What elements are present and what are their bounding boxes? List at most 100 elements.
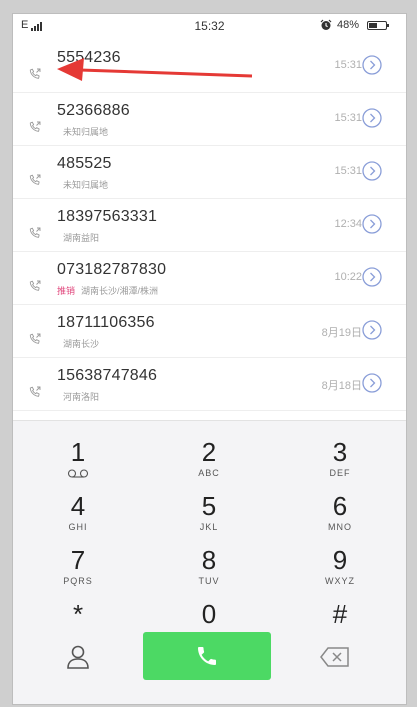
chevron-circle-icon	[362, 108, 382, 128]
backspace-icon	[320, 647, 349, 667]
call-log-row[interactable]: 15638747846 河南洛阳 8月18日	[13, 358, 406, 411]
key-digit: 1	[70, 437, 86, 467]
call-time: 15:31	[334, 59, 362, 71]
call-log-row[interactable]: 18711106356 湖南长沙 8月19日	[13, 305, 406, 358]
key-digit: 8	[201, 545, 217, 575]
backspace-button[interactable]	[319, 646, 351, 668]
outgoing-call-icon	[29, 333, 41, 344]
battery-icon	[367, 21, 389, 30]
call-log-row[interactable]: 52366886 未知归属地 15:31	[13, 93, 406, 146]
call-detail-button[interactable]	[362, 55, 382, 75]
call-location-line: 湖南长沙	[57, 337, 99, 350]
call-detail-button[interactable]	[362, 214, 382, 234]
key-5[interactable]: 5 JKL	[144, 489, 274, 543]
key-9[interactable]: 9 WXYZ	[275, 543, 405, 597]
call-log-row[interactable]: 18397563331 湖南益阳 12:34	[13, 199, 406, 252]
outgoing-call-icon	[29, 227, 41, 238]
call-time: 15:31	[334, 165, 362, 177]
contacts-button[interactable]	[63, 642, 93, 672]
call-location: 湖南长沙	[63, 339, 100, 349]
key-letters: MNO	[328, 522, 352, 532]
call-location-line: 河南洛阳	[57, 390, 99, 403]
battery-percent: 48%	[337, 19, 360, 31]
chevron-circle-icon	[362, 373, 382, 393]
call-number: 52366886	[57, 102, 130, 119]
call-location-line: 推销 湖南长沙/湘潭/株洲	[57, 284, 158, 297]
call-time: 8月18日	[321, 380, 362, 392]
outgoing-call-icon	[29, 68, 41, 79]
call-number: 485525	[57, 155, 112, 172]
call-tag: 推销	[57, 286, 76, 296]
chevron-circle-icon	[362, 214, 382, 234]
call-location: 湖南益阳	[63, 233, 100, 243]
call-number: 18397563331	[57, 208, 158, 225]
chevron-circle-icon	[362, 55, 382, 75]
chevron-circle-icon	[362, 320, 382, 340]
key-hash[interactable]: #	[275, 597, 405, 651]
key-digit: 5	[201, 491, 217, 521]
call-detail-button[interactable]	[362, 267, 382, 287]
call-log-row[interactable]: 485525 未知归属地 15:31	[13, 146, 406, 199]
outgoing-call-icon	[29, 174, 41, 185]
call-number: 073182787830	[57, 261, 167, 278]
call-detail-button[interactable]	[362, 320, 382, 340]
key-letters: DEF	[329, 468, 351, 478]
key-digit: 4	[70, 491, 86, 521]
key-3[interactable]: 3 DEF	[275, 435, 405, 489]
outgoing-call-icon	[29, 121, 41, 132]
key-letters: JKL	[199, 522, 219, 532]
call-detail-button[interactable]	[362, 108, 382, 128]
call-number: 18711106356	[57, 314, 155, 331]
key-letters: WXYZ	[325, 576, 355, 586]
key-letters: ABC	[198, 468, 220, 478]
key-digit: 9	[332, 545, 348, 575]
call-log-list[interactable]: 5554236 15:31 52366886 未知归属地 15:31 485525 未知归属…	[13, 40, 406, 420]
call-detail-button[interactable]	[362, 373, 382, 393]
chevron-circle-icon	[362, 161, 382, 181]
alarm-clock-icon	[320, 19, 332, 30]
key-digit: #	[332, 599, 348, 629]
call-number: 5554236	[57, 49, 121, 66]
battery-fill	[369, 23, 377, 28]
call-time: 15:31	[334, 112, 362, 124]
key-4[interactable]: 4 GHI	[13, 489, 143, 543]
key-2[interactable]: 2 ABC	[144, 435, 274, 489]
key-1[interactable]: 1	[13, 435, 143, 489]
outgoing-call-icon	[29, 386, 41, 397]
person-icon	[67, 645, 89, 669]
key-digit: 0	[201, 599, 217, 629]
call-location-line: 湖南益阳	[57, 231, 99, 244]
key-8[interactable]: 8 TUV	[144, 543, 274, 597]
call-detail-button[interactable]	[362, 161, 382, 181]
call-location-line	[57, 72, 63, 82]
call-location: 未知归属地	[63, 127, 109, 137]
key-letters: PQRS	[63, 576, 93, 586]
voicemail-icon	[67, 469, 89, 478]
key-letters: GHI	[68, 522, 88, 532]
call-time: 12:34	[334, 218, 362, 230]
key-digit: 2	[201, 437, 217, 467]
key-digit: 6	[332, 491, 348, 521]
call-location: 未知归属地	[63, 180, 109, 190]
call-location-line: 未知归属地	[57, 178, 108, 191]
call-location: 湖南长沙/湘潭/株洲	[81, 286, 159, 296]
call-time: 8月19日	[321, 327, 362, 339]
call-log-row[interactable]: 073182787830 推销 湖南长沙/湘潭/株洲 10:22	[13, 252, 406, 305]
chevron-circle-icon	[362, 267, 382, 287]
key-6[interactable]: 6 MNO	[275, 489, 405, 543]
call-time: 10:22	[334, 271, 362, 283]
key-digit: 7	[70, 545, 86, 575]
key-7[interactable]: 7 PQRS	[13, 543, 143, 597]
phone-screen: E 15:32 48% 5554236 15:31 52366886 未知归属地 15:…	[13, 14, 406, 704]
phone-icon	[198, 647, 216, 665]
call-number: 15638747846	[57, 367, 158, 384]
status-bar: E 15:32 48%	[13, 14, 406, 38]
call-location: 河南洛阳	[63, 392, 100, 402]
outgoing-call-icon	[29, 280, 41, 291]
key-digit: 3	[332, 437, 348, 467]
key-digit: *	[72, 599, 84, 629]
call-location-line: 未知归属地	[57, 125, 108, 138]
call-button[interactable]	[143, 632, 271, 680]
call-log-row[interactable]: 5554236 15:31	[13, 40, 406, 93]
key-letters: TUV	[198, 576, 220, 586]
